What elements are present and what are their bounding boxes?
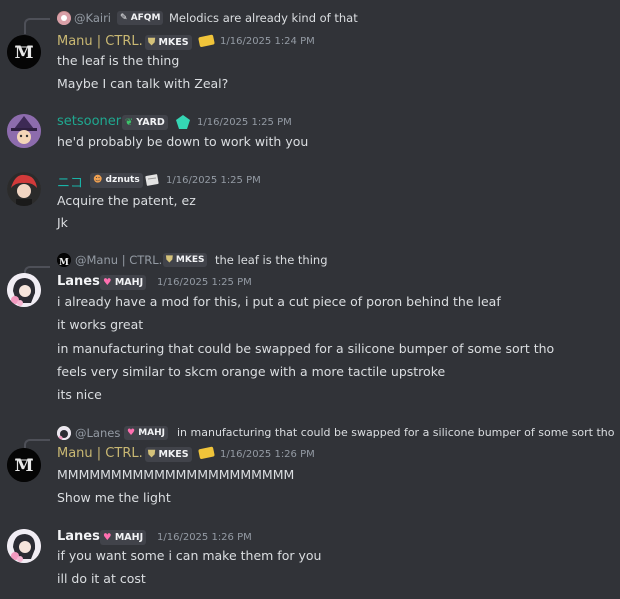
ticket-icon <box>198 445 215 464</box>
reply-author[interactable]: @Manu | CTRL. <box>75 253 162 267</box>
lanes-avatar[interactable] <box>7 529 41 563</box>
svg-text:M: M <box>59 258 69 267</box>
red-hair-avatar-icon <box>7 172 41 206</box>
niko-avatar[interactable] <box>7 172 41 206</box>
kairi-avatar[interactable] <box>57 11 71 25</box>
tag-label: MAHJ <box>138 428 166 438</box>
reply-connector <box>24 18 50 34</box>
shield-icon: ⛊ <box>148 449 156 460</box>
heart-icon: ♥ <box>127 428 136 438</box>
message-line: if you want some i can make them for you <box>57 548 322 563</box>
tag-label: YARD <box>136 117 165 128</box>
timestamp: 1/16/2025 1:26 PM <box>220 449 315 460</box>
author-name[interactable]: Lanes <box>57 529 100 544</box>
message-line: its nice <box>57 387 102 402</box>
tag-label: dznuts <box>105 175 140 185</box>
anime-avatar-icon <box>7 529 41 563</box>
lanes-avatar[interactable] <box>7 273 41 307</box>
timestamp: 1/16/2025 1:26 PM <box>157 532 252 543</box>
message-line: feels very similar to skcm orange with a… <box>57 364 446 379</box>
author-name[interactable]: Manu | CTRL. <box>57 446 143 461</box>
message-line: ill do it at cost <box>57 571 146 586</box>
lanes-mini-avatar[interactable] <box>57 426 71 440</box>
message-line: he'd probably be down to work with you <box>57 134 309 149</box>
timestamp: 1/16/2025 1:25 PM <box>197 117 292 128</box>
shield-icon: ⛊ <box>166 255 173 265</box>
note-icon <box>144 172 160 192</box>
mahj-tag: ♥ MAHJ <box>100 530 147 545</box>
ticket-icon <box>198 33 215 52</box>
timestamp: 1/16/2025 1:25 PM <box>166 175 261 186</box>
author-name[interactable]: ニコ <box>57 172 83 191</box>
tag-label: MKES <box>175 255 205 265</box>
shield-icon: ⛊ <box>148 37 156 48</box>
message-line: Acquire the patent, ez <box>57 193 196 208</box>
face-icon: ☻ <box>93 175 103 185</box>
mahj-tag: ♥ MAHJ <box>124 426 169 440</box>
message-line: the leaf is the thing <box>57 53 180 68</box>
reply-author[interactable]: @Kairi <box>74 11 111 25</box>
heart-icon: ♥ <box>103 277 112 288</box>
leaf-icon: ❦ <box>125 117 133 128</box>
author-name[interactable]: Manu | CTRL. <box>57 34 143 49</box>
tag-label: MKES <box>158 37 189 48</box>
witch-avatar-icon <box>7 114 41 148</box>
timestamp: 1/16/2025 1:24 PM <box>220 36 315 47</box>
pen-icon: ✎ <box>120 13 128 23</box>
message-line: Show me the light <box>57 490 171 505</box>
reply-text[interactable]: Melodics are already kind of that <box>169 11 358 25</box>
setsooner-avatar[interactable] <box>7 114 41 148</box>
mkes-tag: ⛊ MKES <box>163 253 208 267</box>
manu-avatar[interactable]: M <box>7 35 41 69</box>
svg-text:M: M <box>15 43 34 63</box>
m-logo-avatar-icon: M <box>7 448 41 482</box>
message-line: Jk <box>57 215 68 230</box>
mahj-tag: ♥ MAHJ <box>100 275 147 290</box>
tag-label: MKES <box>158 449 189 460</box>
gem-icon <box>175 114 191 134</box>
message-line: in manufacturing that could be swapped f… <box>57 341 555 356</box>
heart-icon: ♥ <box>103 532 112 543</box>
reply-text[interactable]: the leaf is the thing <box>215 253 328 267</box>
manu-mini-avatar[interactable]: M <box>57 253 71 267</box>
tag-label: AFQM <box>130 13 161 23</box>
reply-author[interactable]: @Lanes <box>75 426 120 440</box>
anime-avatar-icon <box>7 273 41 307</box>
afqm-tag: ✎ AFQM <box>117 11 164 25</box>
dznuts-tag: ☻ dznuts <box>90 173 143 188</box>
mkes-tag: ⛊ MKES <box>145 35 192 50</box>
svg-text:M: M <box>15 456 34 476</box>
tag-label: MAHJ <box>114 532 144 543</box>
timestamp: 1/16/2025 1:25 PM <box>157 277 252 288</box>
author-name[interactable]: Lanes <box>57 274 100 289</box>
message-line: i already have a mod for this, i put a c… <box>57 294 501 309</box>
reply-text[interactable]: in manufacturing that could be swapped f… <box>177 426 615 439</box>
m-logo-avatar-icon: M <box>7 35 41 69</box>
tag-label: MAHJ <box>114 277 144 288</box>
message-line: Maybe I can talk with Zeal? <box>57 76 229 91</box>
yard-tag: ❦ YARD <box>122 115 168 130</box>
message-line: MMMMMMMMMMMMMMMMMMMMMM <box>57 467 295 482</box>
manu-avatar[interactable]: M <box>7 448 41 482</box>
message-line: it works great <box>57 317 144 332</box>
mkes-tag: ⛊ MKES <box>145 447 192 462</box>
author-name[interactable]: setsooner <box>57 114 121 129</box>
